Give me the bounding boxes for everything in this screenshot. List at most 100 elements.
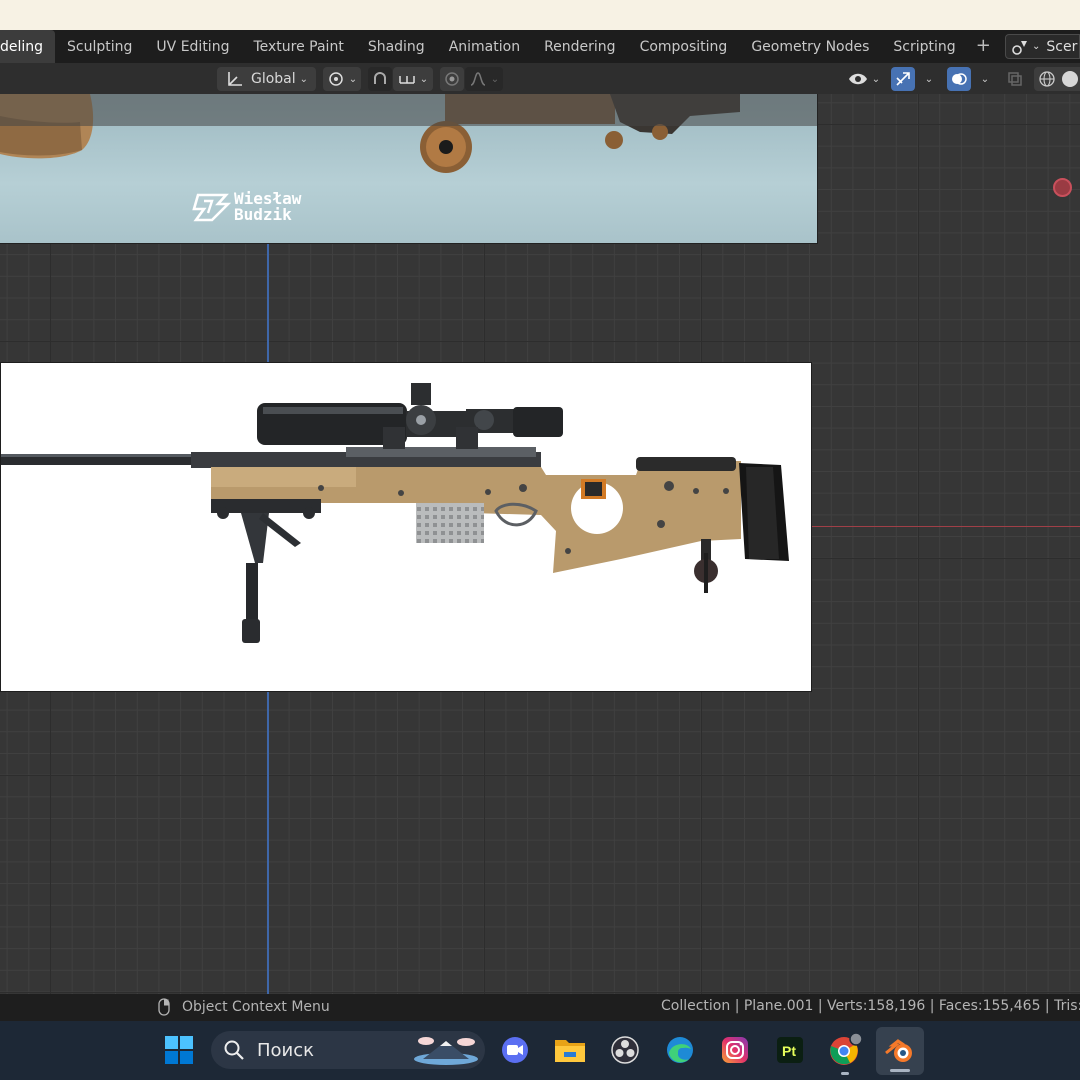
watermark-line-2: Budzik — [234, 205, 292, 224]
tab-scripting[interactable]: Scripting — [881, 30, 967, 63]
chrome-icon — [830, 1033, 862, 1065]
shading-mode-group[interactable] — [1034, 67, 1080, 91]
proportional-falloff-dropdown[interactable]: ⌄ — [465, 67, 503, 91]
substance-painter-icon: Pt — [777, 1037, 803, 1063]
tab-label: Sculpting — [67, 38, 133, 55]
reference-shadow-band — [0, 94, 817, 126]
overlay-dropdown[interactable]: ⌄ — [972, 67, 994, 91]
proportional-edit-toggle[interactable] — [440, 67, 464, 91]
navigation-gizmo-x-icon[interactable] — [1053, 178, 1072, 197]
taskbar-search[interactable]: Поиск — [211, 1031, 485, 1069]
tab-modeling[interactable]: deling — [0, 30, 56, 63]
chevron-down-icon: ⌄ — [1032, 41, 1041, 52]
running-indicator — [841, 1072, 849, 1075]
gizmo-dropdown[interactable]: ⌄ — [916, 67, 938, 91]
obs-icon — [611, 1036, 639, 1064]
add-workspace-button[interactable]: + — [968, 35, 1001, 58]
tab-label: Scripting — [893, 38, 956, 55]
3d-viewport[interactable]: Wiesław Budzik — [0, 94, 1080, 994]
status-bar: Object Context Menu Collection | Plane.0… — [0, 994, 1080, 1021]
taskbar-obs[interactable] — [608, 1033, 642, 1067]
tab-label: Shading — [367, 38, 425, 55]
chevron-down-icon: ⌄ — [871, 73, 881, 85]
snap-increment-icon — [399, 76, 415, 84]
reference-image-rifle[interactable] — [0, 362, 812, 692]
window-top-strip — [0, 0, 1080, 30]
tab-compositing[interactable]: Compositing — [628, 30, 740, 63]
context-menu-hint: Object Context Menu — [158, 998, 330, 1016]
pivot-point-icon — [329, 72, 343, 86]
overlay-toggle[interactable] — [947, 67, 971, 91]
tab-shading[interactable]: Shading — [356, 30, 437, 63]
tab-label: Geometry Nodes — [751, 38, 870, 55]
snap-icon — [374, 72, 386, 84]
tab-label: UV Editing — [156, 38, 230, 55]
snap-toggle[interactable] — [368, 67, 392, 91]
reference-image-top[interactable]: Wiesław Budzik — [0, 94, 818, 244]
chevron-down-icon: ⌄ — [924, 73, 934, 85]
taskbar-zoom[interactable] — [498, 1033, 532, 1067]
file-explorer-icon — [555, 1040, 585, 1062]
instagram-icon — [722, 1037, 748, 1063]
zoom-icon — [502, 1037, 528, 1063]
taskbar-file-explorer[interactable] — [553, 1033, 587, 1067]
gizmo-toggle[interactable] — [891, 67, 915, 91]
orientation-icon — [228, 72, 242, 86]
tab-label: Rendering — [544, 38, 616, 55]
search-icon — [224, 1040, 244, 1060]
chevron-down-icon: ⌄ — [419, 73, 429, 85]
os-taskbar: Поиск Pt — [0, 1021, 1080, 1080]
chevron-down-icon: ⌄ — [490, 73, 500, 85]
chevron-down-icon: ⌄ — [980, 73, 990, 85]
transform-orientation-value: Global — [250, 71, 296, 87]
sniper-rifle-image — [1, 383, 789, 643]
tab-label: Texture Paint — [253, 38, 344, 55]
transform-orientation-dropdown[interactable]: Global ⌄ — [217, 67, 316, 91]
windows-start-icon — [165, 1036, 193, 1064]
xray-icon — [1008, 72, 1022, 86]
tab-label: Animation — [448, 38, 521, 55]
edge-icon — [667, 1037, 693, 1063]
gizmo-icon — [896, 72, 910, 86]
taskbar-edge[interactable] — [663, 1033, 697, 1067]
tab-sculpting[interactable]: Sculpting — [55, 30, 144, 63]
snap-target-dropdown[interactable]: ⌄ — [393, 67, 433, 91]
viewport-header: Global ⌄ ⌄ ⌄ ⌄ ⌄ ⌄ ⌄ — [0, 63, 1080, 94]
blender-window: deling Sculpting UV Editing Texture Pain… — [0, 0, 1080, 1080]
scene-name: Scer — [1046, 38, 1078, 55]
taskbar-blender[interactable] — [876, 1027, 924, 1075]
chevron-down-icon: ⌄ — [348, 73, 358, 85]
active-indicator — [890, 1069, 910, 1072]
blender-icon — [885, 1039, 912, 1062]
svg-text:Pt: Pt — [782, 1043, 796, 1059]
tab-animation[interactable]: Animation — [437, 30, 532, 63]
context-hint-text: Object Context Menu — [182, 999, 330, 1015]
chevron-down-icon: ⌄ — [299, 73, 309, 85]
search-placeholder: Поиск — [257, 1039, 315, 1061]
scene-statistics: Collection | Plane.001 | Verts:158,196 |… — [661, 998, 1080, 1014]
tab-label: Compositing — [639, 38, 728, 55]
visibility-dropdown[interactable]: ⌄ — [844, 67, 884, 91]
wireframe-shading-icon[interactable] — [1038, 70, 1056, 88]
taskbar-chrome[interactable] — [828, 1033, 862, 1075]
tab-texture-paint[interactable]: Texture Paint — [241, 30, 355, 63]
scene-selector[interactable]: ⌄ Scer — [1005, 34, 1080, 59]
wb-logo-icon — [192, 193, 232, 222]
reference-watermark: Wiesław Budzik — [234, 191, 301, 223]
search-highlight-icon — [414, 1037, 478, 1065]
tab-geometry-nodes[interactable]: Geometry Nodes — [739, 30, 881, 63]
workspace-tabbar: deling Sculpting UV Editing Texture Pain… — [0, 30, 1080, 63]
proportional-edit-icon — [445, 72, 459, 86]
solid-shading-icon[interactable] — [1060, 70, 1080, 88]
falloff-icon — [470, 72, 486, 86]
tab-uv-editing[interactable]: UV Editing — [144, 30, 241, 63]
tab-rendering[interactable]: Rendering — [532, 30, 628, 63]
overlay-icon — [952, 73, 967, 85]
scene-icon — [1012, 40, 1027, 55]
start-button[interactable] — [162, 1033, 196, 1067]
taskbar-substance-painter[interactable]: Pt — [773, 1033, 807, 1067]
xray-toggle[interactable] — [1003, 67, 1027, 91]
mouse-right-icon — [158, 998, 170, 1016]
taskbar-instagram[interactable] — [718, 1033, 752, 1067]
pivot-point-dropdown[interactable]: ⌄ — [323, 67, 361, 91]
